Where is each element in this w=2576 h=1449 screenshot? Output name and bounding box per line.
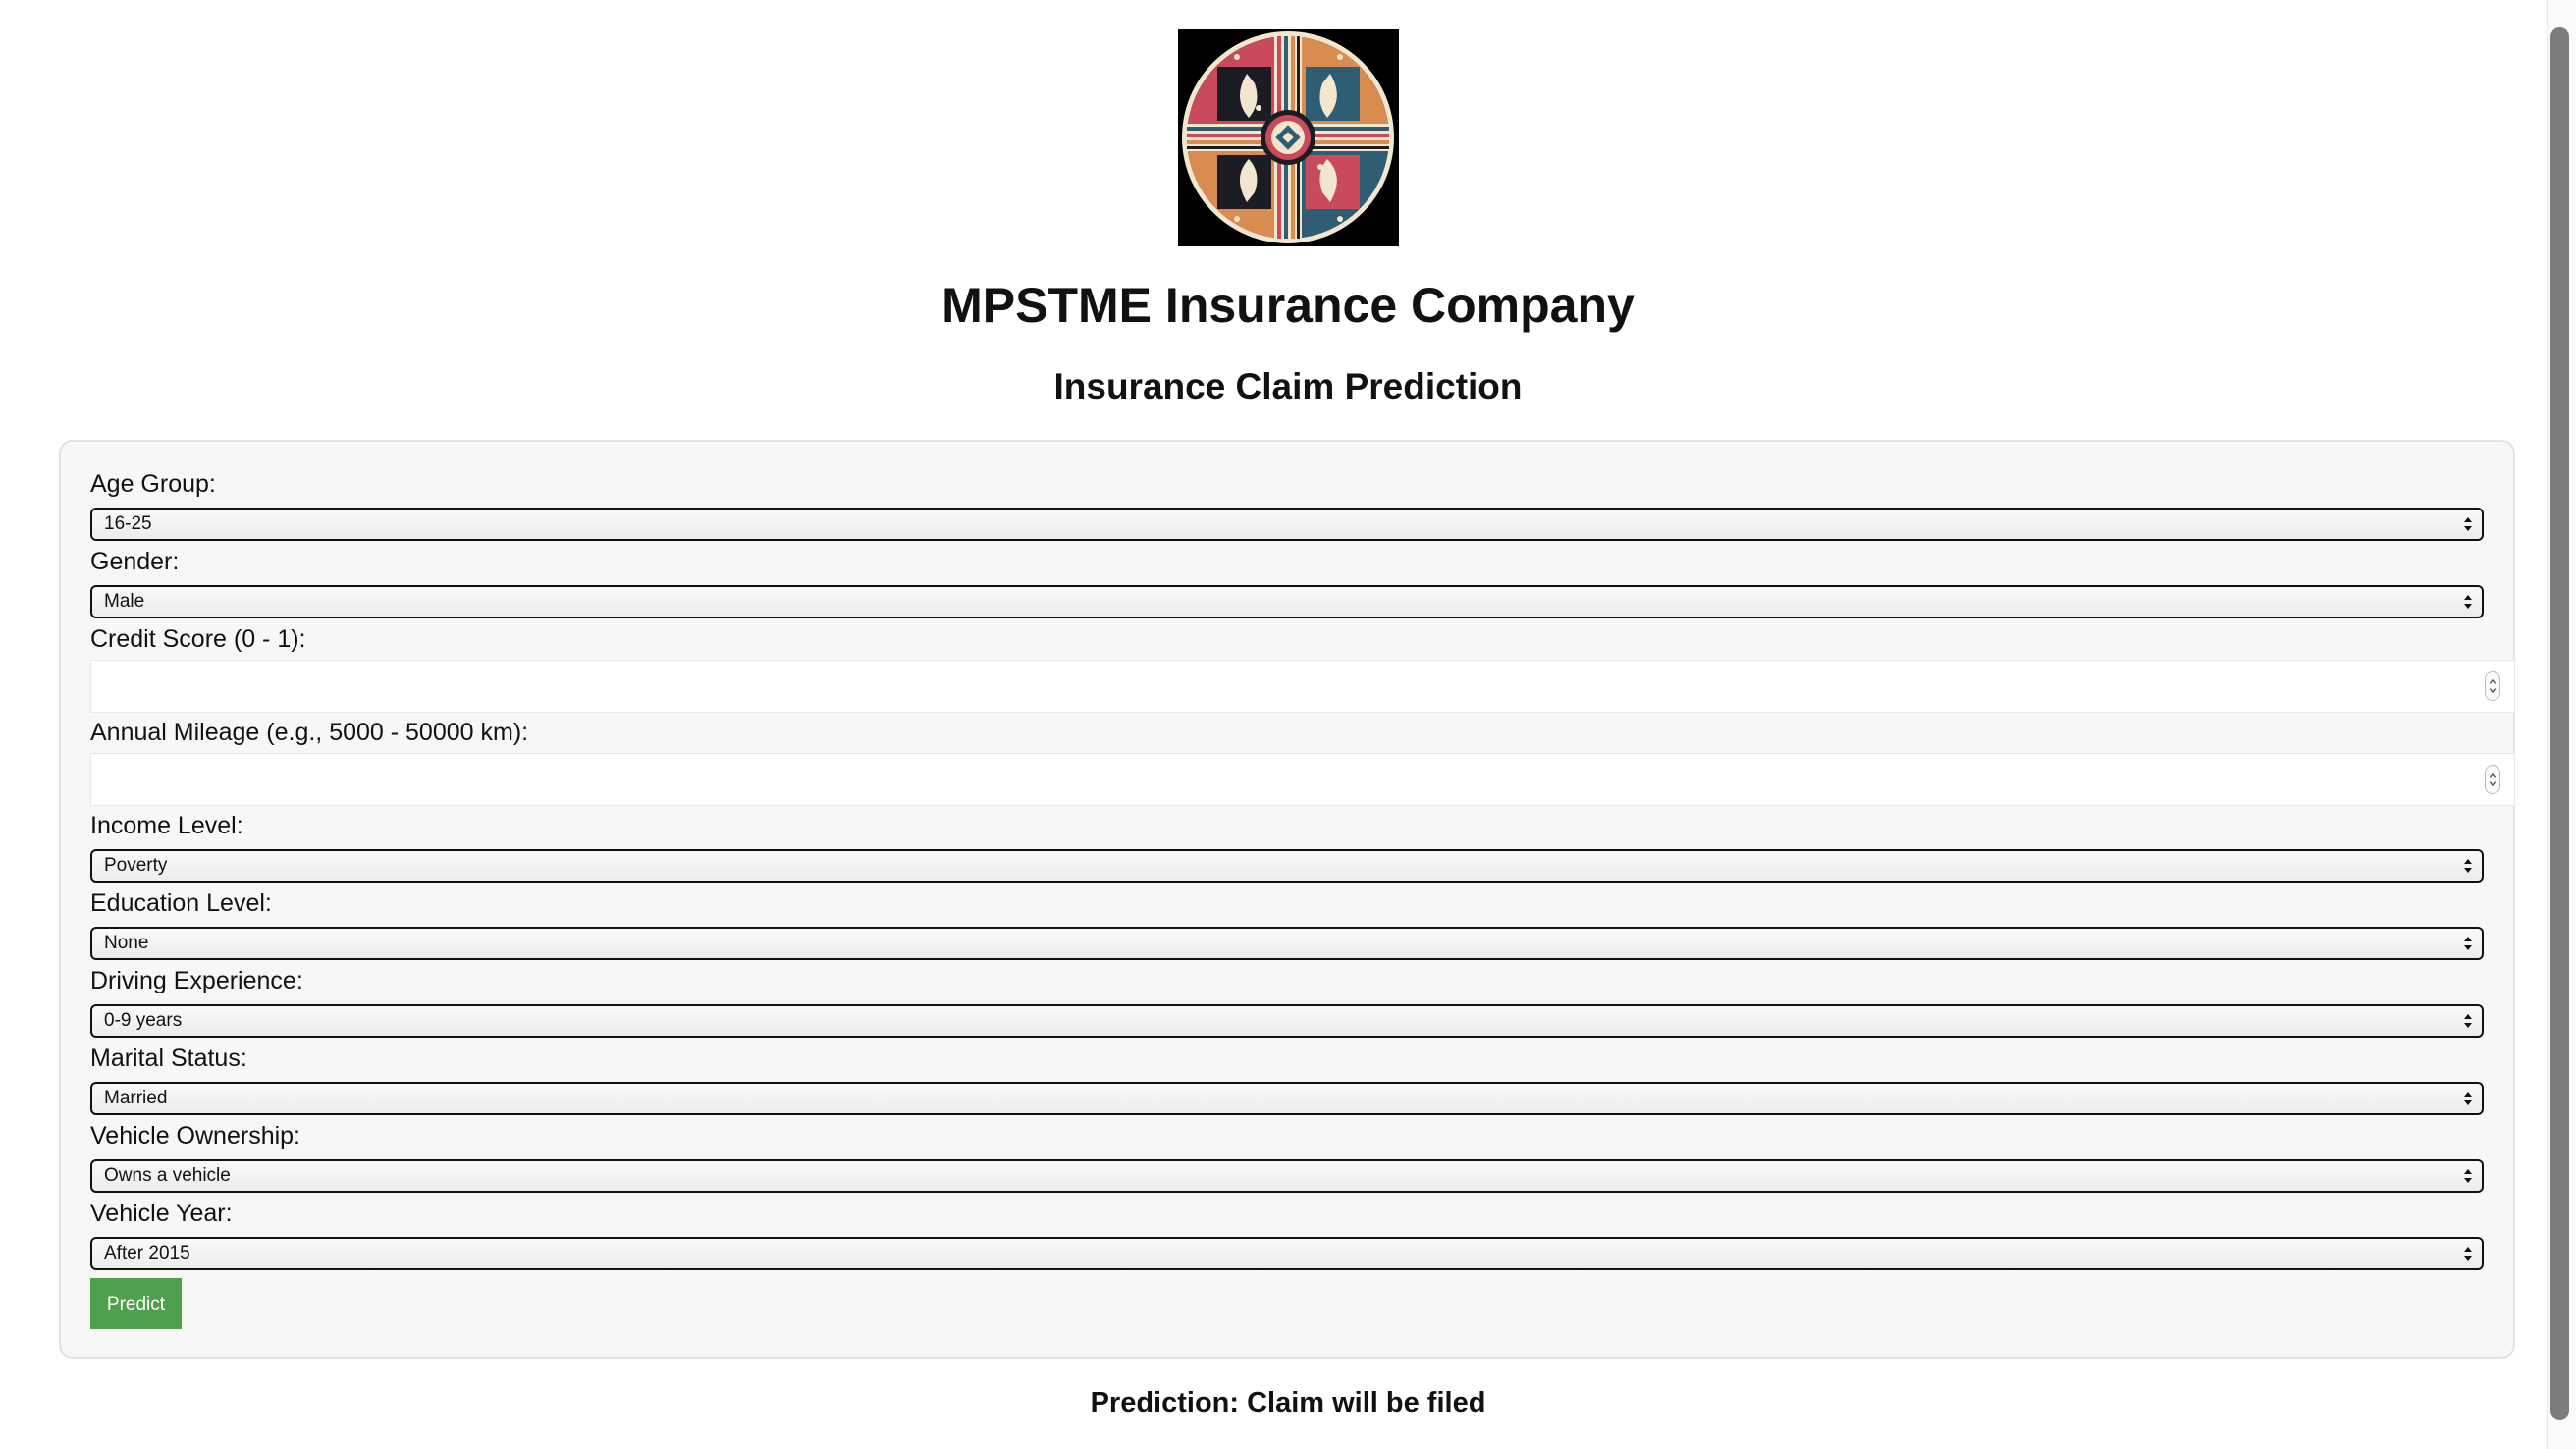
select-arrows-icon <box>2464 1247 2472 1261</box>
logo-mandala-icon <box>1178 29 1399 246</box>
company-title: MPSTME Insurance Company <box>941 278 1635 333</box>
select-arrows-icon <box>2464 859 2472 873</box>
vehicle-year-select[interactable]: After 2015 <box>90 1237 2484 1270</box>
select-arrows-icon <box>2464 1014 2472 1028</box>
page: MPSTME Insurance Company Insurance Claim… <box>0 0 2547 1449</box>
select-arrows-icon <box>2464 517 2472 531</box>
number-spinner-icon[interactable] <box>2485 671 2500 701</box>
select-arrows-icon <box>2464 937 2472 950</box>
gender-select[interactable]: Male <box>90 585 2484 618</box>
credit-score-input[interactable] <box>90 660 2515 713</box>
driving-experience-value: 0-9 years <box>104 1010 183 1031</box>
prediction-form <box>59 440 2515 1359</box>
select-arrows-icon <box>2464 595 2472 609</box>
scrollbar-thumb[interactable] <box>2550 27 2569 1420</box>
credit-score-label: Credit Score (0 - 1): <box>90 625 306 653</box>
education-level-label: Education Level: <box>90 889 272 917</box>
page-subtitle: Insurance Claim Prediction <box>1053 366 1523 406</box>
vehicle-year-value: After 2015 <box>104 1243 190 1263</box>
education-level-select[interactable]: None <box>90 927 2484 960</box>
age-group-label: Age Group: <box>90 470 216 498</box>
predict-button[interactable]: Predict <box>90 1278 182 1329</box>
gender-label: Gender: <box>90 548 180 575</box>
income-level-value: Poverty <box>104 855 168 876</box>
marital-status-select[interactable]: Married <box>90 1082 2484 1115</box>
select-arrows-icon <box>2464 1169 2472 1183</box>
annual-mileage-input[interactable] <box>90 753 2515 806</box>
age-group-value: 16-25 <box>104 513 152 534</box>
vehicle-ownership-label: Vehicle Ownership: <box>90 1122 301 1150</box>
company-logo <box>1178 29 1399 246</box>
vehicle-ownership-value: Owns a vehicle <box>104 1165 231 1186</box>
driving-experience-select[interactable]: 0-9 years <box>90 1004 2484 1038</box>
vehicle-year-label: Vehicle Year: <box>90 1200 233 1227</box>
income-level-label: Income Level: <box>90 812 243 839</box>
select-arrows-icon <box>2464 1092 2472 1105</box>
prediction-result: Prediction: Claim will be filed <box>1090 1387 1486 1419</box>
marital-status-value: Married <box>104 1088 168 1108</box>
number-spinner-icon[interactable] <box>2485 765 2500 794</box>
age-group-select[interactable]: 16-25 <box>90 508 2484 541</box>
annual-mileage-label: Annual Mileage (e.g., 5000 - 50000 km): <box>90 719 529 746</box>
education-level-value: None <box>104 933 149 953</box>
vehicle-ownership-select[interactable]: Owns a vehicle <box>90 1159 2484 1193</box>
marital-status-label: Marital Status: <box>90 1045 247 1072</box>
gender-value: Male <box>104 591 145 612</box>
driving-experience-label: Driving Experience: <box>90 967 303 994</box>
income-level-select[interactable]: Poverty <box>90 849 2484 883</box>
